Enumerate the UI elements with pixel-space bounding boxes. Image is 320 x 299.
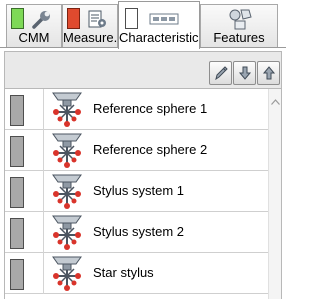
tab-strip: CMM Measure... bbox=[0, 0, 286, 49]
tab-label: Characteristics bbox=[119, 30, 199, 45]
list-item-label: Star stylus bbox=[93, 265, 154, 280]
color-swatch bbox=[10, 218, 24, 249]
tab-label: Features bbox=[213, 30, 265, 45]
stylus-icon bbox=[49, 131, 85, 174]
tab-cmm[interactable]: CMM bbox=[6, 4, 62, 48]
move-up-button[interactable] bbox=[257, 61, 280, 85]
tab-features[interactable]: Features bbox=[200, 4, 278, 48]
edit-pencil-button[interactable] bbox=[209, 61, 232, 85]
list-item[interactable]: Stylus system 2 bbox=[5, 212, 269, 253]
list-item[interactable]: Stylus system 1 bbox=[5, 171, 269, 212]
arrow-down-icon bbox=[238, 66, 252, 80]
column-divider bbox=[43, 89, 44, 130]
list-item-label: Stylus system 2 bbox=[93, 224, 185, 239]
toolbar bbox=[4, 51, 282, 89]
vertical-scrollbar[interactable] bbox=[268, 89, 281, 299]
tab-characteristics[interactable]: Characteristics bbox=[118, 1, 200, 49]
list-item-label: Reference sphere 2 bbox=[93, 142, 208, 157]
color-swatch bbox=[10, 136, 24, 167]
tab-measurement[interactable]: Measure... bbox=[62, 4, 118, 48]
stylus-icon bbox=[49, 172, 85, 215]
tab-label: Measure... bbox=[63, 30, 117, 45]
column-divider bbox=[43, 212, 44, 253]
color-swatch bbox=[10, 177, 24, 208]
tab-label: CMM bbox=[18, 30, 50, 45]
pencil-icon bbox=[215, 66, 228, 81]
list-item[interactable]: Star stylus bbox=[5, 253, 269, 294]
column-divider bbox=[43, 171, 44, 212]
color-swatch bbox=[10, 95, 24, 126]
move-down-button[interactable] bbox=[233, 61, 256, 85]
dimension-icon bbox=[149, 12, 179, 30]
stylus-icon bbox=[49, 90, 85, 133]
column-divider bbox=[43, 253, 44, 294]
list-item[interactable]: Reference sphere 1 bbox=[5, 89, 269, 130]
list-item-label: Reference sphere 1 bbox=[93, 101, 208, 116]
color-swatch bbox=[10, 259, 24, 290]
arrow-up-icon bbox=[262, 66, 276, 80]
column-divider bbox=[43, 130, 44, 171]
scroll-up-arrow-icon[interactable] bbox=[271, 92, 280, 110]
stylus-list: Reference sphere 1 Reference sphere 2 St… bbox=[4, 89, 282, 299]
stylus-icon bbox=[49, 213, 85, 256]
list-item-label: Stylus system 1 bbox=[93, 183, 185, 198]
stylus-icon bbox=[49, 254, 85, 297]
list-item[interactable]: Reference sphere 2 bbox=[5, 130, 269, 171]
